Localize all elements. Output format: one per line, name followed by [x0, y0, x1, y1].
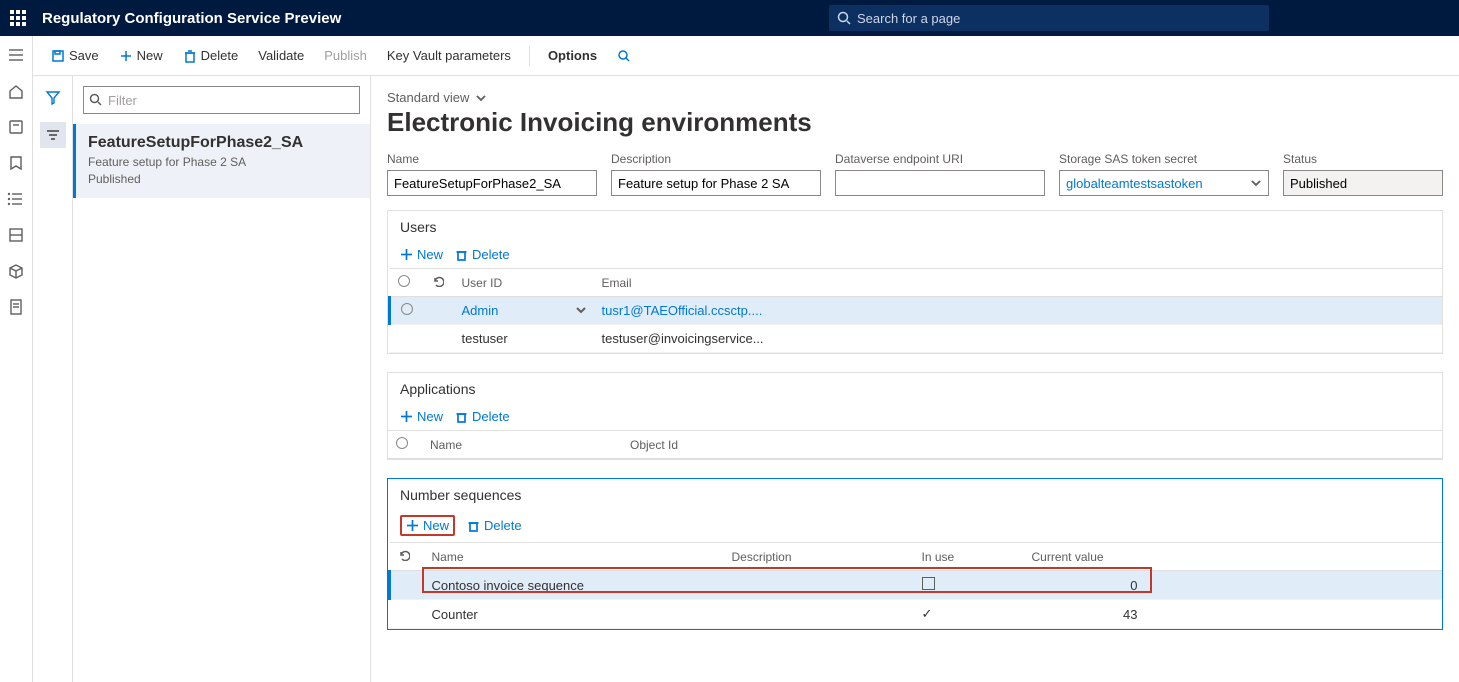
seq-new-button[interactable]: New [400, 515, 455, 536]
seq-name: Contoso invoice sequence [424, 571, 724, 600]
refresh-icon[interactable] [432, 275, 444, 287]
name-label: Name [387, 152, 597, 166]
publish-button: Publish [316, 44, 375, 67]
search-action-icon[interactable] [609, 45, 639, 67]
desc-input[interactable] [611, 170, 821, 196]
seq-desc [724, 571, 914, 600]
status-input [1283, 170, 1443, 196]
list-pane: FeatureSetupForPhase2_SA Feature setup f… [73, 76, 371, 682]
col-seq-desc[interactable]: Description [724, 543, 914, 571]
seq-curr: 43 [1024, 600, 1154, 629]
chevron-down-icon[interactable] [576, 305, 586, 315]
table-row[interactable]: Admin tusr1@TAEOfficial.ccsctp.... [390, 297, 1443, 325]
card-line2: Published [88, 171, 358, 188]
users-grid: User ID Email Admin tusr1@TAEOfficial.cc… [388, 268, 1442, 353]
page-title: Electronic Invoicing environments [387, 107, 1443, 138]
chevron-down-icon [475, 92, 487, 104]
email-cell: testuser@invoicingservice... [594, 325, 1443, 353]
dataverse-label: Dataverse endpoint URI [835, 152, 1045, 166]
user-link[interactable]: Admin [462, 303, 499, 318]
apps-delete-button[interactable]: Delete [455, 409, 510, 424]
command-bar: Save New Delete Validate Publish Key Vau… [33, 36, 1459, 76]
col-seq-name[interactable]: Name [424, 543, 724, 571]
package-icon[interactable] [7, 262, 25, 280]
applications-section: Applications New Delete Name Object Id [387, 372, 1443, 460]
seq-header: Number sequences [388, 479, 1442, 511]
app-title: Regulatory Configuration Service Preview [42, 10, 341, 27]
sas-select[interactable]: globalteamtestsastoken [1059, 170, 1269, 196]
applications-header: Applications [388, 373, 1442, 405]
sas-label: Storage SAS token secret [1059, 152, 1269, 166]
report-icon[interactable] [7, 298, 25, 316]
col-app-name[interactable]: Name [422, 431, 622, 459]
view-label: Standard view [387, 90, 469, 105]
table-row[interactable]: testuser testuser@invoicingservice... [390, 325, 1443, 353]
detail-pane: Standard view Electronic Invoicing envir… [371, 76, 1459, 682]
seq-grid: Name Description In use Current value Co… [388, 542, 1442, 629]
top-bar: Regulatory Configuration Service Preview [0, 0, 1459, 36]
email-cell[interactable]: tusr1@TAEOfficial.ccsctp.... [594, 297, 1443, 325]
hamburger-icon[interactable] [7, 46, 25, 64]
save-button[interactable]: Save [43, 44, 107, 67]
filter-search-icon [89, 93, 102, 106]
recent-icon[interactable] [7, 118, 25, 136]
favorite-icon[interactable] [7, 154, 25, 172]
search-icon [837, 11, 851, 25]
filter-rail [33, 76, 73, 682]
apps-new-button[interactable]: New [400, 409, 443, 424]
nav-rail [0, 36, 33, 682]
lines-icon[interactable] [40, 122, 66, 148]
environment-card[interactable]: FeatureSetupForPhase2_SA Feature setup f… [73, 124, 370, 198]
filter-input-wrap [83, 86, 360, 114]
inuse-check-icon: ✓ [922, 606, 933, 621]
status-label: Status [1283, 152, 1443, 166]
users-header: Users [388, 211, 1442, 243]
waffle-icon[interactable] [10, 10, 26, 26]
select-all-radio[interactable] [396, 437, 408, 449]
module-icon[interactable] [7, 226, 25, 244]
dataverse-input[interactable] [835, 170, 1045, 196]
filter-input[interactable] [83, 86, 360, 114]
validate-button[interactable]: Validate [250, 44, 312, 67]
list-icon[interactable] [7, 190, 25, 208]
users-new-button[interactable]: New [400, 247, 443, 262]
number-sequences-section: Number sequences New Delete Name Descrip… [387, 478, 1443, 630]
card-title: FeatureSetupForPhase2_SA [88, 134, 358, 152]
table-row[interactable]: Counter ✓ 43 [390, 600, 1443, 629]
header-fields: Name Description Dataverse endpoint URI … [387, 152, 1443, 196]
col-email[interactable]: Email [594, 269, 1443, 297]
apps-grid: Name Object Id [388, 430, 1442, 459]
options-button[interactable]: Options [540, 44, 605, 67]
refresh-icon[interactable] [398, 549, 410, 561]
seq-desc [724, 600, 914, 629]
col-seq-curr[interactable]: Current value [1024, 543, 1154, 571]
sas-value: globalteamtestsastoken [1066, 176, 1203, 191]
user-cell: testuser [454, 325, 594, 353]
col-object-id[interactable]: Object Id [622, 431, 1442, 459]
view-selector[interactable]: Standard view [387, 90, 1443, 105]
users-section: Users New Delete User ID Email [387, 210, 1443, 354]
funnel-icon[interactable] [40, 84, 66, 110]
name-input[interactable] [387, 170, 597, 196]
home-icon[interactable] [7, 82, 25, 100]
col-seq-inuse[interactable]: In use [914, 543, 1024, 571]
new-button[interactable]: New [111, 44, 171, 67]
seq-name: Counter [424, 600, 724, 629]
chevron-down-icon [1250, 177, 1262, 189]
users-delete-button[interactable]: Delete [455, 247, 510, 262]
search-box[interactable] [829, 5, 1269, 31]
select-all-radio[interactable] [398, 275, 410, 287]
desc-label: Description [611, 152, 821, 166]
seq-curr: 0 [1024, 571, 1154, 600]
search-input[interactable] [857, 11, 1261, 26]
table-row[interactable]: Contoso invoice sequence 0 [390, 571, 1443, 600]
inuse-checkbox[interactable] [922, 577, 935, 590]
delete-button[interactable]: Delete [175, 44, 247, 67]
col-userid[interactable]: User ID [454, 269, 594, 297]
keyvault-button[interactable]: Key Vault parameters [379, 44, 519, 67]
card-line1: Feature setup for Phase 2 SA [88, 154, 358, 171]
seq-delete-button[interactable]: Delete [467, 518, 522, 533]
row-radio[interactable] [401, 303, 413, 315]
